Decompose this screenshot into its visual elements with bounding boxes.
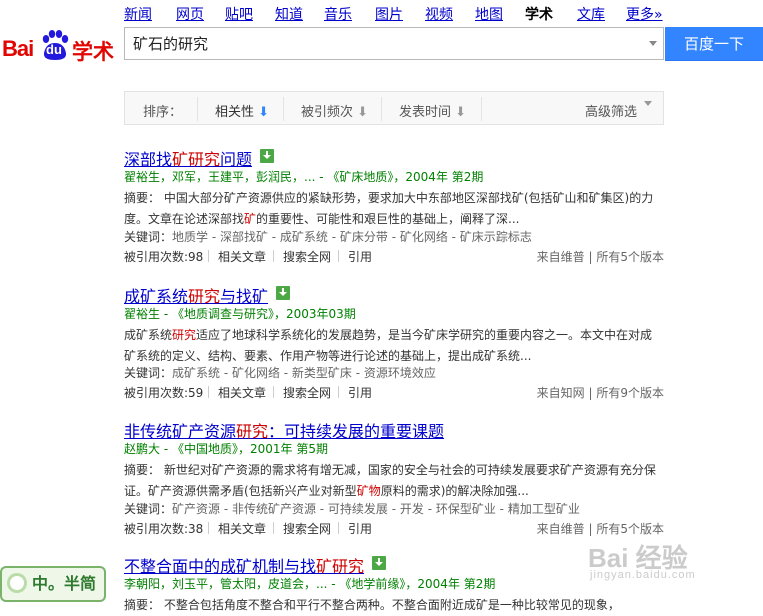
sort-pub-time[interactable]: 发表时间 ⬇: [399, 101, 466, 120]
result-title-link[interactable]: 深部找矿研究问题: [124, 146, 252, 170]
divider: [208, 522, 209, 534]
nav-video[interactable]: 视频: [425, 4, 453, 24]
search-input[interactable]: [125, 28, 635, 59]
nav-wenku[interactable]: 文库: [577, 4, 605, 24]
divider: [208, 250, 209, 262]
result-authors-source: 翟裕生，邓军，王建平，彭润民，... - 《矿床地质》，2004年 第2期: [124, 170, 484, 184]
cite-link[interactable]: 引用: [348, 520, 372, 537]
sort-citations-label: 被引频次: [301, 105, 354, 120]
divider: [273, 250, 274, 262]
nav-web[interactable]: 网页: [176, 4, 204, 24]
watermark-left: 中。半简: [0, 566, 106, 602]
nav-music[interactable]: 音乐: [324, 4, 352, 24]
divider: [273, 386, 274, 398]
nav-map[interactable]: 地图: [475, 4, 503, 24]
search-dropdown-icon[interactable]: [649, 41, 657, 46]
cited-count-link[interactable]: 被引用次数:98: [124, 248, 203, 265]
result-abstract: 摘要： 不整合包括角度不整合和平行不整合两种。不整合面附近成矿是一种比较常见的现…: [124, 598, 620, 612]
result-authors-source: 李朝阳，刘玉平，管太阳，皮道会，... - 《地学前缘》，2004年 第2期: [124, 577, 496, 591]
divider: [381, 97, 382, 121]
result-title-link[interactable]: 不整合面中的成矿机制与找矿研究: [124, 553, 364, 577]
result-title-link[interactable]: 成矿系统研究与找矿: [124, 283, 268, 307]
related-articles-link[interactable]: 相关文章: [218, 520, 266, 537]
nav-tieba[interactable]: 贴吧: [225, 4, 253, 24]
result-actions: 被引用次数:38 相关文章 搜索全网 引用 来自维普 | 所有5个版本: [124, 520, 664, 536]
result-title-link[interactable]: 非传统矿产资源研究：可持续发展的重要课题: [124, 418, 444, 442]
result-abstract: 摘要： 中国大部分矿产资源供应的紧缺形势，要求加大中东部地区深部找矿(包括矿山和…: [124, 191, 654, 226]
nav-news[interactable]: 新闻: [124, 4, 152, 24]
result-keywords: 关键词：成矿系统 - 矿化网络 - 新类型矿床 - 资源环境效应: [124, 366, 436, 380]
logo-xueshu-text: 学术: [72, 41, 114, 64]
result-keywords: 关键词：矿产资源 - 非传统矿产资源 - 可持续发展 - 开发 - 环保型矿业 …: [124, 502, 580, 516]
source-and-versions[interactable]: 来自维普 | 所有5个版本: [537, 520, 664, 537]
result-actions: 被引用次数:59 相关文章 搜索全网 引用 来自知网 | 所有9个版本: [124, 384, 664, 400]
search-web-link[interactable]: 搜索全网: [283, 248, 331, 265]
cited-count-link[interactable]: 被引用次数:59: [124, 384, 203, 401]
sort-relevance[interactable]: 相关性 ⬇: [215, 101, 269, 120]
result-abstract: 成矿系统研究适应了地球科学系统化的发展趋势，是当今矿床学研究的重要内容之一。本文…: [124, 328, 653, 363]
divider: [338, 522, 339, 534]
result-item: 非传统矿产资源研究：可持续发展的重要课题 赵鹏大 - 《中国地质》，2001年 …: [124, 418, 669, 540]
cite-link[interactable]: 引用: [348, 248, 372, 265]
divider: [208, 386, 209, 398]
sort-filter-bar: 排序： 相关性 ⬇ 被引频次 ⬇ 发表时间 ⬇ 高级筛选: [124, 91, 664, 125]
related-articles-link[interactable]: 相关文章: [218, 384, 266, 401]
source-and-versions[interactable]: 来自知网 | 所有9个版本: [537, 384, 664, 401]
result-item: 成矿系统研究与找矿 翟裕生 - 《地质调查与研究》，2003年03期 成矿系统研…: [124, 283, 669, 405]
download-icon[interactable]: [372, 556, 386, 570]
flower-icon: [10, 576, 24, 590]
nav-image[interactable]: 图片: [375, 4, 403, 24]
logo-du-text: du: [46, 42, 62, 57]
search-web-link[interactable]: 搜索全网: [283, 520, 331, 537]
sort-pub-time-label: 发表时间: [399, 105, 452, 120]
search-button[interactable]: 百度一下: [665, 27, 763, 61]
sort-down-icon: ⬇: [455, 105, 467, 120]
download-icon[interactable]: [276, 286, 290, 300]
result-authors-source: 翟裕生 - 《地质调查与研究》，2003年03期: [124, 307, 356, 321]
divider: [197, 97, 198, 121]
sort-citations[interactable]: 被引频次 ⬇: [301, 101, 368, 120]
baidu-xueshu-logo[interactable]: Bai du 学术: [2, 26, 114, 66]
divider: [273, 522, 274, 534]
result-actions: 被引用次数:98 相关文章 搜索全网 引用 来自维普 | 所有5个版本: [124, 248, 664, 264]
result-authors-source: 赵鹏大 - 《中国地质》，2001年 第5期: [124, 442, 328, 456]
advanced-filter[interactable]: 高级筛选: [585, 101, 637, 120]
related-articles-link[interactable]: 相关文章: [218, 248, 266, 265]
source-and-versions[interactable]: 来自维普 | 所有5个版本: [537, 248, 664, 265]
watermark-baidu-jingyan: Bai 经验 jingyan.baidu.com: [588, 543, 696, 581]
divider: [481, 97, 482, 121]
nav-xueshu[interactable]: 学术: [525, 4, 553, 24]
result-item: 深部找矿研究问题 翟裕生，邓军，王建平，彭润民，... - 《矿床地质》，200…: [124, 146, 669, 268]
result-keywords: 关键词：地质学 - 深部找矿 - 成矿系统 - 矿床分带 - 矿化网络 - 矿床…: [124, 230, 532, 244]
divider: [338, 386, 339, 398]
logo-bai-text: Bai: [2, 36, 34, 61]
download-icon[interactable]: [260, 149, 274, 163]
sort-down-icon: ⬇: [258, 105, 270, 120]
search-box: [124, 27, 664, 60]
sort-relevance-label: 相关性: [215, 105, 255, 120]
result-abstract: 摘要： 新世纪对矿产资源的需求将有增无减，国家的安全与社会的可持续发展要求矿产资…: [124, 463, 656, 498]
sort-label: 排序：: [143, 105, 183, 120]
nav-more[interactable]: 更多»: [626, 4, 663, 24]
chevron-down-icon: [644, 101, 652, 106]
cited-count-link[interactable]: 被引用次数:38: [124, 520, 203, 537]
nav-zhidao[interactable]: 知道: [275, 4, 303, 24]
search-web-link[interactable]: 搜索全网: [283, 384, 331, 401]
sort-down-icon: ⬇: [357, 105, 369, 120]
cite-link[interactable]: 引用: [348, 384, 372, 401]
divider: [283, 97, 284, 121]
divider: [338, 250, 339, 262]
